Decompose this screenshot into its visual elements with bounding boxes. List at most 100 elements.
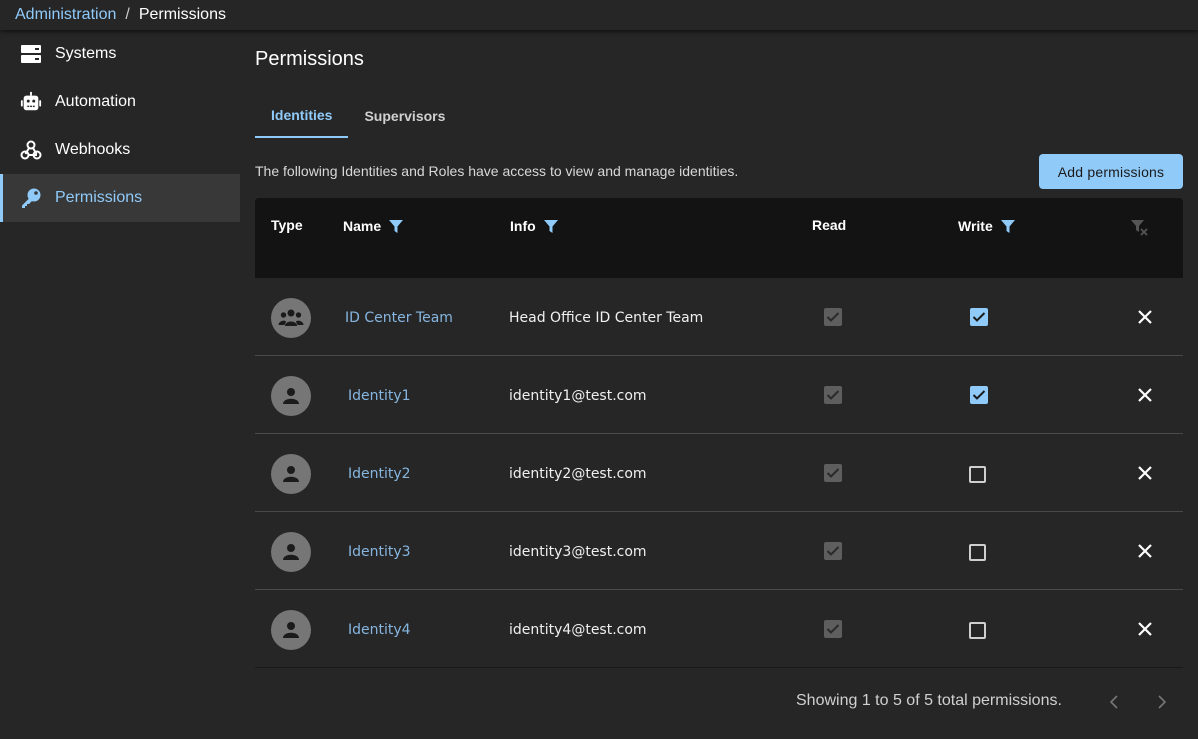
filter-icon[interactable] (543, 219, 558, 233)
identity-info: identity3@test.com (509, 544, 647, 560)
table-row: Identity2 identity2@test.com (255, 434, 1183, 512)
sidebar-item-webhooks[interactable]: Webhooks (0, 126, 240, 174)
write-checkbox[interactable] (969, 622, 986, 639)
column-header-read: Read (812, 217, 846, 233)
column-header-write-label: Write (958, 218, 993, 234)
page-title: Permissions (255, 48, 364, 70)
chevron-right-icon (1158, 695, 1167, 709)
column-header-read-label: Read (812, 217, 847, 233)
person-avatar (271, 610, 311, 650)
column-header-type: Type (271, 217, 303, 233)
check-icon (972, 311, 986, 323)
robot-icon (20, 91, 42, 113)
pagination-summary: Showing 1 to 5 of 5 total permissions. (796, 692, 1062, 709)
identity-info: identity4@test.com (509, 622, 647, 638)
close-icon (1138, 544, 1152, 558)
write-checkbox[interactable] (969, 544, 986, 561)
clear-filter-icon (1131, 220, 1149, 239)
key-icon (20, 187, 42, 209)
check-icon (826, 311, 840, 323)
sidebar-item-label: Automation (55, 93, 136, 110)
add-permissions-button[interactable]: Add permissions (1039, 154, 1183, 189)
identity-name-link[interactable]: Identity2 (348, 466, 411, 482)
pagination: Showing 1 to 5 of 5 total permissions. (240, 680, 1198, 720)
read-checkbox (824, 620, 842, 638)
table-row: ID Center Team Head Office ID Center Team (255, 278, 1183, 356)
webhook-icon (20, 139, 42, 161)
filter-icon[interactable] (1000, 219, 1015, 233)
breadcrumb: Administration / Permissions (0, 0, 1198, 30)
person-icon (281, 464, 301, 484)
close-icon (1138, 622, 1152, 636)
server-icon (20, 43, 42, 65)
close-icon (1138, 466, 1152, 480)
check-icon (826, 545, 840, 557)
tab-identities[interactable]: Identities (255, 94, 349, 138)
check-icon (972, 389, 986, 401)
next-page-button[interactable] (1150, 690, 1174, 714)
identity-name-link[interactable]: Identity3 (348, 544, 411, 560)
identity-info: identity1@test.com (509, 388, 647, 404)
column-header-type-label: Type (271, 217, 303, 233)
sidebar-item-label: Systems (55, 45, 117, 62)
sidebar-item-automation[interactable]: Automation (0, 78, 240, 126)
read-checkbox (824, 386, 842, 404)
column-header-info-label: Info (510, 218, 536, 234)
close-icon (1138, 388, 1152, 402)
close-icon (1138, 310, 1152, 324)
clear-filters-button[interactable] (1131, 220, 1149, 239)
tab-supervisors[interactable]: Supervisors (348, 94, 461, 138)
tabs: Identities Supervisors (255, 94, 461, 138)
write-checkbox[interactable] (970, 386, 988, 404)
filter-icon[interactable] (389, 219, 404, 233)
description-text: The following Identities and Roles have … (255, 163, 739, 179)
column-header-write: Write (958, 218, 1015, 234)
identity-name-link[interactable]: Identity1 (348, 388, 411, 404)
table-header: Type Name Info Read Write (255, 198, 1183, 278)
check-icon (826, 623, 840, 635)
table-row: Identity3 identity3@test.com (255, 512, 1183, 590)
read-checkbox (824, 542, 842, 560)
breadcrumb-administration-link[interactable]: Administration (15, 6, 116, 24)
main-content: Permissions Identities Supervisors The f… (240, 30, 1198, 739)
column-header-name: Name (343, 218, 404, 234)
remove-permission-button[interactable] (1135, 307, 1155, 327)
remove-permission-button[interactable] (1135, 619, 1155, 639)
chevron-left-icon (1109, 695, 1118, 709)
read-checkbox (824, 464, 842, 482)
table-body: ID Center Team Head Office ID Center Team… (255, 278, 1183, 668)
sidebar-item-permissions[interactable]: Permissions (0, 174, 240, 222)
identity-name-link[interactable]: Identity4 (348, 622, 411, 638)
permissions-table: Type Name Info Read Write ID Center Team… (255, 198, 1183, 668)
breadcrumb-current: Permissions (138, 6, 226, 23)
group-avatar (271, 298, 311, 338)
check-icon (826, 389, 840, 401)
breadcrumb-separator: / (125, 6, 130, 23)
sidebar-item-label: Webhooks (55, 141, 131, 158)
column-header-name-label: Name (343, 218, 382, 234)
sidebar-item-systems[interactable]: Systems (0, 30, 240, 78)
remove-permission-button[interactable] (1135, 541, 1155, 561)
person-icon (281, 386, 301, 406)
person-icon (281, 620, 301, 640)
sidebar-item-label: Permissions (55, 189, 143, 206)
remove-permission-button[interactable] (1135, 385, 1155, 405)
table-row: Identity1 identity1@test.com (255, 356, 1183, 434)
write-checkbox[interactable] (970, 308, 988, 326)
table-row: Identity4 identity4@test.com (255, 590, 1183, 668)
person-avatar (271, 454, 311, 494)
write-checkbox[interactable] (969, 466, 986, 483)
person-avatar (271, 532, 311, 572)
check-icon (826, 467, 840, 479)
sidebar: Systems Automation Webhooks Permissions (0, 30, 240, 739)
previous-page-button[interactable] (1102, 690, 1126, 714)
group-icon (278, 308, 304, 328)
person-avatar (271, 376, 311, 416)
read-checkbox (824, 308, 842, 326)
remove-permission-button[interactable] (1135, 463, 1155, 483)
identity-info: Head Office ID Center Team (509, 310, 704, 326)
identity-name-link[interactable]: ID Center Team (345, 310, 453, 326)
column-header-info: Info (510, 218, 558, 234)
identity-info: identity2@test.com (509, 466, 647, 482)
person-icon (281, 542, 301, 562)
